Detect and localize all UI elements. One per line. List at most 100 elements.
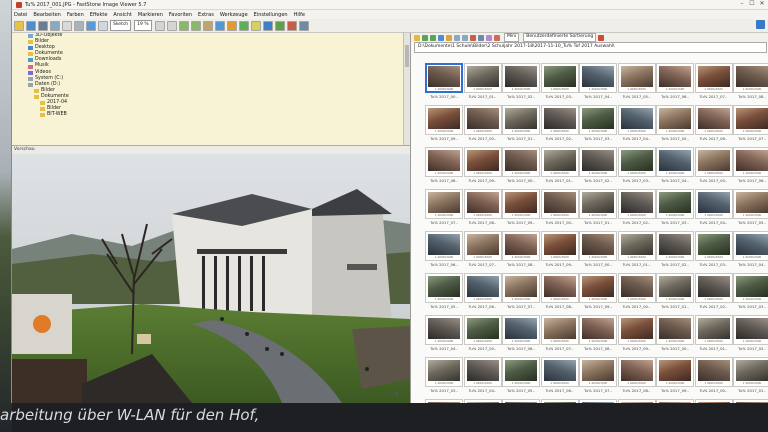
delete-file-icon[interactable] (470, 34, 476, 41)
slideshow-icon[interactable] (86, 20, 96, 31)
batch-icon[interactable] (274, 20, 285, 31)
zoom-in-icon[interactable] (166, 20, 177, 31)
tag-icon[interactable] (494, 34, 500, 41)
thumbnail-item[interactable]: 1 4000x3000 Tu% 2017_01.. (540, 147, 579, 189)
thumbnail-item[interactable]: 1 4000x3000Tu% 2017_07.. (425, 189, 463, 231)
thumbnail-item[interactable]: 1 4000x3000Tu% 2017_03.. (694, 231, 733, 273)
print-icon[interactable] (74, 20, 84, 31)
thumbnail-item[interactable]: 1 4000x3000 Tu% 2017_05.. (617, 63, 656, 105)
thumbnail-item[interactable]: 1 4000x3000 Tu% 2017_04.. (579, 63, 617, 105)
options-icon[interactable] (598, 34, 605, 41)
close-icon[interactable]: ✕ (757, 0, 767, 9)
thumbnail-item[interactable]: 1 4000x3000Tu% 2017_00.. (540, 189, 579, 231)
folder-up-icon[interactable] (414, 34, 420, 41)
favorite-icon[interactable] (446, 34, 452, 41)
thumbnail-item[interactable]: 1 4000x3000Tu% 2017_02.. (733, 315, 768, 357)
thumbnail-item[interactable]: 1 4000x3000Tu% 2017_07.. (540, 315, 579, 357)
thumbnail-item[interactable]: 1 4000x3000Tu% 2017_07.. (617, 399, 656, 403)
thumbnail-item[interactable]: 1 4000x3000Tu% 2017_09.. (656, 357, 694, 399)
copy-icon[interactable] (454, 34, 460, 41)
thumbnail-item[interactable]: 1 4000x3000Tu% 2017_03.. (617, 147, 656, 189)
thumbnail-item[interactable]: 1 4000x3000Tu% 2017_06.. (656, 63, 694, 105)
thumbnail-item[interactable]: 1 4000x3000Tu% 2017_02.. (579, 147, 617, 189)
thumbnail-item[interactable]: 1 4000x3000 Tu% 2017_04.. (656, 147, 694, 189)
path-field[interactable]: D:\Dokumente\1 Schule\Bilder\2 Schuljahr… (414, 42, 767, 53)
thumbnail-item[interactable]: 1 4000x3000Tu% 2017_07.. (463, 231, 502, 273)
help-icon[interactable] (756, 20, 765, 29)
settings-icon[interactable] (298, 20, 309, 31)
thumbnail-item[interactable]: 1 4000x3000Tu% 2017_08.. (617, 357, 656, 399)
select-all-icon[interactable] (478, 34, 484, 41)
maximize-icon[interactable]: ☐ (747, 0, 757, 9)
minimize-icon[interactable]: – (737, 0, 747, 9)
thumbnail-item[interactable]: 1 4000x3000 Tu% 2017_05.. (694, 147, 733, 189)
thumbnail-item[interactable]: 1 4000x3000Tu% 2017_08.. (656, 399, 694, 403)
thumbnail-item[interactable]: 1 4000x3000Tu% 2017_07.. (694, 63, 733, 105)
thumbnail-item[interactable]: 1 4000x3000Tu% 2017_07.. (579, 357, 617, 399)
thumbnail-item[interactable]: 1 4000x3000Tu% 2017_00.. (463, 105, 502, 147)
move-icon[interactable] (462, 34, 468, 41)
open-icon[interactable] (14, 20, 24, 31)
compare-icon[interactable] (238, 20, 249, 31)
thumbnail-item[interactable]: 1 4000x3000Tu% 2017_00.. (425, 63, 463, 105)
thumb-size-select[interactable]: Mini (504, 33, 520, 42)
thumbnail-item[interactable]: 1 4000x3000 Tu% 2017_05.. (502, 357, 540, 399)
thumbnail-item[interactable]: 1 4000x3000Tu% 2017_00.. (733, 399, 768, 403)
thumbnail-item[interactable]: 1 4000x3000Tu% 2017_02.. (540, 105, 579, 147)
thumbnail-item[interactable]: 1 4000x3000Tu% 2017_02.. (617, 189, 656, 231)
rotate-right-icon[interactable] (190, 20, 201, 31)
acquire-icon[interactable] (50, 20, 60, 31)
resize-icon[interactable] (214, 20, 225, 31)
thumbnail-item[interactable]: 1 4000x3000Tu% 2017_02.. (694, 273, 733, 315)
thumbnail-item[interactable]: 1 4000x3000Tu% 2017_03.. (425, 357, 463, 399)
thumbnail-item[interactable]: 1 4000x3000Tu% 2017_09.. (540, 231, 579, 273)
crop-icon[interactable] (202, 20, 213, 31)
color-icon[interactable] (226, 20, 237, 31)
thumbnail-item[interactable]: 1 4000x3000Tu% 2017_08.. (425, 147, 463, 189)
thumbnail-item[interactable]: 1 4000x3000Tu% 2017_06.. (579, 399, 617, 403)
thumbnail-item[interactable]: 1 4000x3000Tu% 2017_02.. (425, 399, 463, 403)
email-icon[interactable] (62, 20, 72, 31)
thumbnail-item[interactable]: 1 4000x3000Tu% 2017_09.. (617, 315, 656, 357)
folder-tree[interactable]: 3D-Objekte Bilder Desktop Dokumente Download… (12, 33, 410, 146)
thumbnail-item[interactable]: 1 4000x3000Tu% 2017_02.. (502, 63, 540, 105)
menu-item[interactable]: Farben (67, 12, 84, 18)
thumbnail-item[interactable]: 1 4000x3000 Tu% 2017_01.. (694, 315, 733, 357)
menu-item[interactable]: Einstellungen (254, 12, 288, 18)
thumbnail-item[interactable]: 1 4000x3000 Tu% 2017_01.. (463, 63, 502, 105)
menu-item[interactable]: Extras (198, 12, 214, 18)
zoom-mode-select[interactable]: Sketch (110, 20, 132, 31)
back-icon[interactable] (422, 34, 428, 41)
thumbnail-item[interactable]: 1 4000x3000Tu% 2017_00.. (617, 273, 656, 315)
menu-item[interactable]: Markieren (138, 12, 163, 18)
thumbnail-item[interactable]: 1 4000x3000Tu% 2017_09.. (694, 399, 733, 403)
thumbnail-item[interactable]: 1 4000x3000Tu% 2017_08.. (733, 63, 768, 105)
filter-icon[interactable] (486, 34, 492, 41)
thumbnail-item[interactable]: 1 4000x3000Tu% 2017_00.. (502, 147, 540, 189)
thumbnail-item[interactable]: 1 4000x3000Tu% 2017_07.. (502, 273, 540, 315)
thumbnail-item[interactable]: 1 4000x3000 Tu% 2017_01.. (579, 189, 617, 231)
fit-icon[interactable] (98, 20, 108, 31)
thumbnail-item[interactable]: 1 4000x3000 Tu% 2017_04.. (733, 231, 768, 273)
thumbnail-item[interactable]: 1 4000x3000Tu% 2017_03.. (656, 189, 694, 231)
thumbnail-item[interactable]: 1 4000x3000Tu% 2017_09.. (502, 189, 540, 231)
edit-icon[interactable] (262, 20, 273, 31)
browse-icon[interactable] (26, 20, 36, 31)
thumbnail-item[interactable]: 1 4000x3000Tu% 2017_08.. (463, 189, 502, 231)
refresh-icon[interactable] (438, 34, 444, 41)
menu-item[interactable]: Hilfe (294, 12, 305, 18)
thumbnail-item[interactable]: 1 4000x3000Tu% 2017_08.. (579, 315, 617, 357)
thumbnail-item[interactable]: 1 4000x3000 Tu% 2017_05.. (733, 189, 768, 231)
tree-item[interactable]: BIT-WEB (12, 112, 410, 118)
thumbnail-item[interactable]: 1 4000x3000Tu% 2017_09.. (425, 105, 463, 147)
thumbnail-item[interactable]: 1 4000x3000Tu% 2017_06.. (694, 105, 733, 147)
thumbnail-item[interactable]: 1 4000x3000Tu% 2017_03.. (463, 399, 502, 403)
thumbnail-item[interactable]: 1 4000x3000Tu% 2017_06.. (463, 273, 502, 315)
menu-item[interactable]: Datei (14, 12, 27, 18)
thumbnail-item[interactable]: 1 4000x3000 Tu% 2017_05.. (463, 315, 502, 357)
thumbnail-item[interactable]: 1 4000x3000Tu% 2017_03.. (733, 273, 768, 315)
thumbnail-item[interactable]: 1 4000x3000Tu% 2017_00.. (579, 231, 617, 273)
thumbnail-item[interactable]: 1 4000x3000 Tu% 2017_01.. (617, 231, 656, 273)
thumbnail-item[interactable]: 1 4000x3000 Tu% 2017_04.. (617, 105, 656, 147)
tree-scrollbar[interactable] (403, 33, 410, 145)
